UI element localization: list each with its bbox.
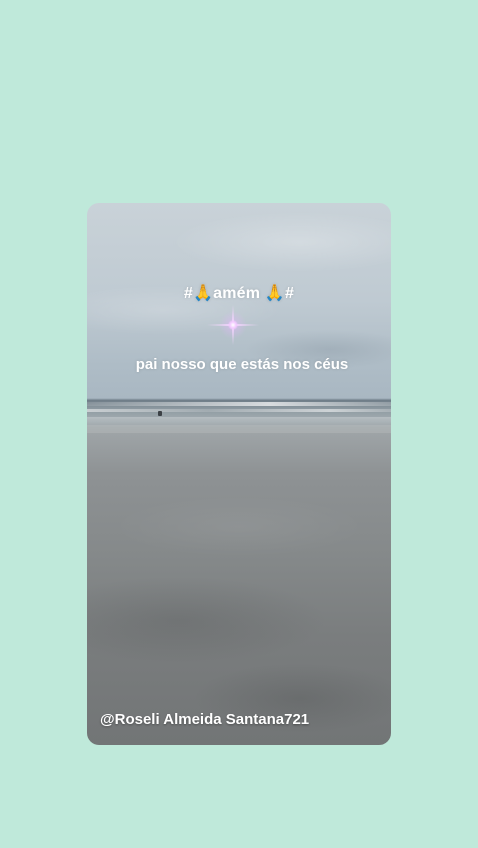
username-label: @Roseli Almeida Santana721 bbox=[100, 711, 310, 728]
surf-line bbox=[87, 409, 391, 412]
caption-text: pai nosso que estás nos céus bbox=[135, 356, 349, 373]
wet-sand bbox=[87, 425, 391, 433]
hashtag-sticker: #🙏amém 🙏# bbox=[183, 285, 295, 302]
surf-line bbox=[87, 402, 391, 406]
surf-foam bbox=[87, 417, 391, 423]
beach-sand bbox=[87, 433, 391, 745]
sparkle-icon bbox=[207, 305, 259, 345]
surfer-figure bbox=[158, 411, 162, 416]
story-card[interactable]: #🙏amém 🙏# pai nosso que estás nos céus @… bbox=[87, 203, 391, 745]
